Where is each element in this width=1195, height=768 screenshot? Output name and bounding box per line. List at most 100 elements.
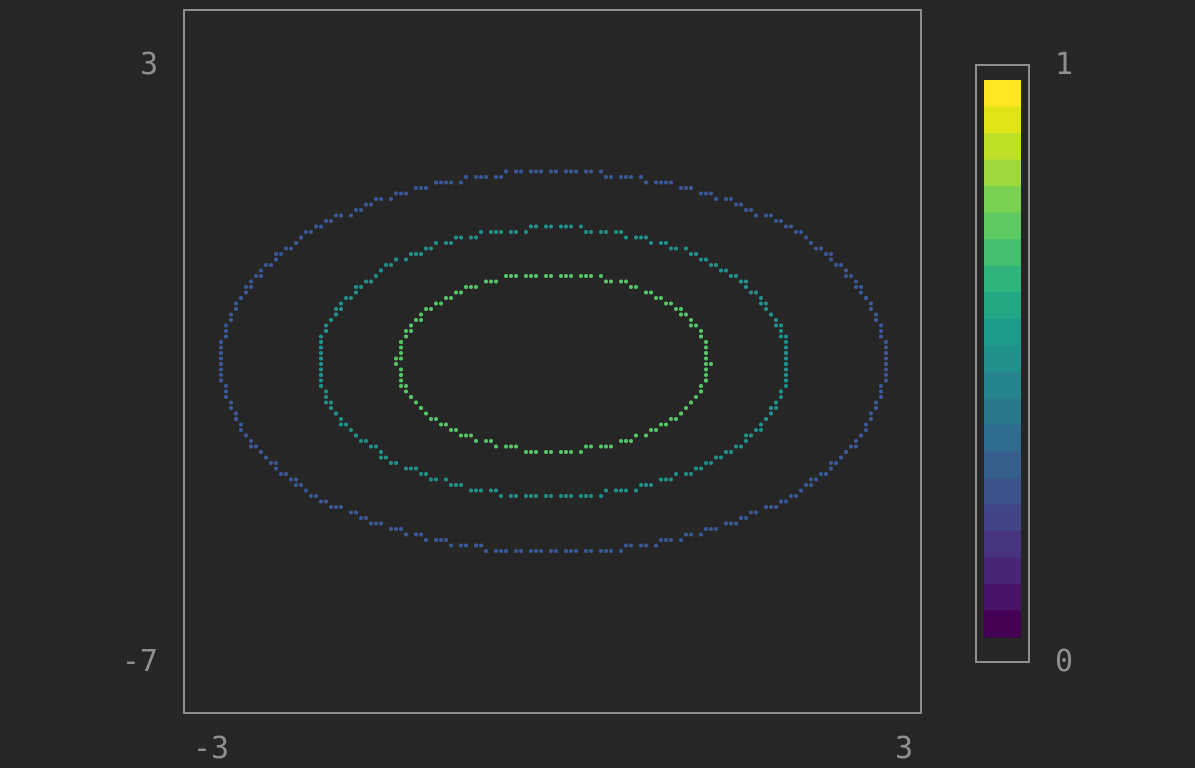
contour-point [744, 433, 748, 438]
contour-point [684, 246, 688, 251]
contour-point [759, 422, 763, 427]
contour-point [724, 197, 728, 201]
contour-point [749, 208, 753, 212]
contour-point [829, 252, 833, 256]
contour-point [774, 505, 778, 509]
contour-point [674, 417, 678, 421]
contour-point [374, 521, 378, 526]
contour-point [284, 246, 288, 251]
contour-point [754, 510, 758, 515]
contour-point [624, 235, 628, 240]
contour-point [659, 296, 663, 300]
contour-point [399, 373, 403, 377]
contour-point [299, 483, 303, 487]
contour-point [404, 389, 408, 394]
contour-point [689, 532, 693, 537]
contour-point [549, 274, 553, 278]
contour-point [434, 417, 438, 421]
contour-point [479, 488, 483, 493]
contour-point [884, 351, 888, 355]
contour-point [319, 384, 323, 388]
contour-point [779, 395, 783, 399]
contour-point [469, 235, 473, 240]
contour-point [644, 483, 648, 487]
contour-point [389, 197, 393, 201]
contour-point [439, 422, 443, 427]
contour-point [569, 450, 573, 454]
contour-point [384, 455, 388, 460]
contour-point [329, 219, 333, 223]
contour-point [774, 400, 778, 405]
contour-point [869, 417, 873, 421]
contour-point [624, 279, 628, 284]
contour-point [369, 444, 373, 449]
contour-point [369, 279, 373, 284]
contour-point [864, 422, 868, 427]
contour-point [529, 169, 533, 174]
contour-point [399, 367, 403, 372]
contour-point [224, 395, 228, 399]
contour-point [849, 444, 853, 449]
contour-point [324, 219, 328, 223]
contour-point [219, 351, 223, 355]
contour-point [884, 373, 888, 377]
contour-point [654, 543, 658, 548]
contour-point [434, 241, 438, 245]
contour-point [319, 351, 323, 355]
contour-point [569, 494, 573, 498]
contour-point [219, 340, 223, 344]
contour-point [704, 362, 708, 366]
contour-point [604, 549, 608, 553]
contour-point [849, 274, 853, 278]
contour-point [364, 202, 368, 207]
contour-point [239, 296, 243, 300]
contour-point [444, 241, 448, 245]
contour-point [399, 378, 403, 383]
contour-point [779, 334, 783, 339]
contour-point [664, 422, 668, 427]
contour-point [284, 472, 288, 476]
contour-point [219, 345, 223, 350]
contour-point [729, 450, 733, 454]
contour-point [449, 241, 453, 245]
colorbar [975, 64, 1030, 663]
contour-point [434, 180, 438, 185]
colorbar-cell [984, 318, 1021, 346]
contour-point [354, 510, 358, 515]
contour-point [764, 301, 768, 306]
colorbar-cell [984, 557, 1021, 585]
contour-point [634, 285, 638, 289]
contour-point [424, 246, 428, 251]
contour-point [419, 318, 423, 322]
y-tick-top: 3 [140, 47, 158, 82]
contour-point [364, 516, 368, 520]
contour-point [469, 488, 473, 493]
contour-point [334, 411, 338, 416]
contour-point [669, 477, 673, 482]
contour-point [499, 175, 503, 179]
contour-point [854, 279, 858, 284]
contour-point [874, 312, 878, 317]
contour-point [749, 510, 753, 515]
contour-point [334, 505, 338, 509]
contour-point [769, 406, 773, 410]
contour-point [789, 224, 793, 229]
contour-point [744, 516, 748, 520]
contour-point [739, 444, 743, 449]
contour-point [324, 499, 328, 504]
contour-point [219, 356, 223, 361]
contour-point [419, 472, 423, 476]
contour-point [424, 186, 428, 190]
colorbar-cell [984, 504, 1021, 532]
contour-point [549, 549, 553, 553]
contour-point [679, 538, 683, 542]
contour-point [399, 356, 403, 361]
contour-point [504, 549, 508, 553]
colorbar-cell [984, 371, 1021, 399]
contour-point [514, 494, 518, 498]
contour-point [559, 494, 563, 498]
contour-point [714, 263, 718, 267]
contour-point [539, 169, 543, 174]
contour-point [249, 285, 253, 289]
contour-point [684, 406, 688, 410]
